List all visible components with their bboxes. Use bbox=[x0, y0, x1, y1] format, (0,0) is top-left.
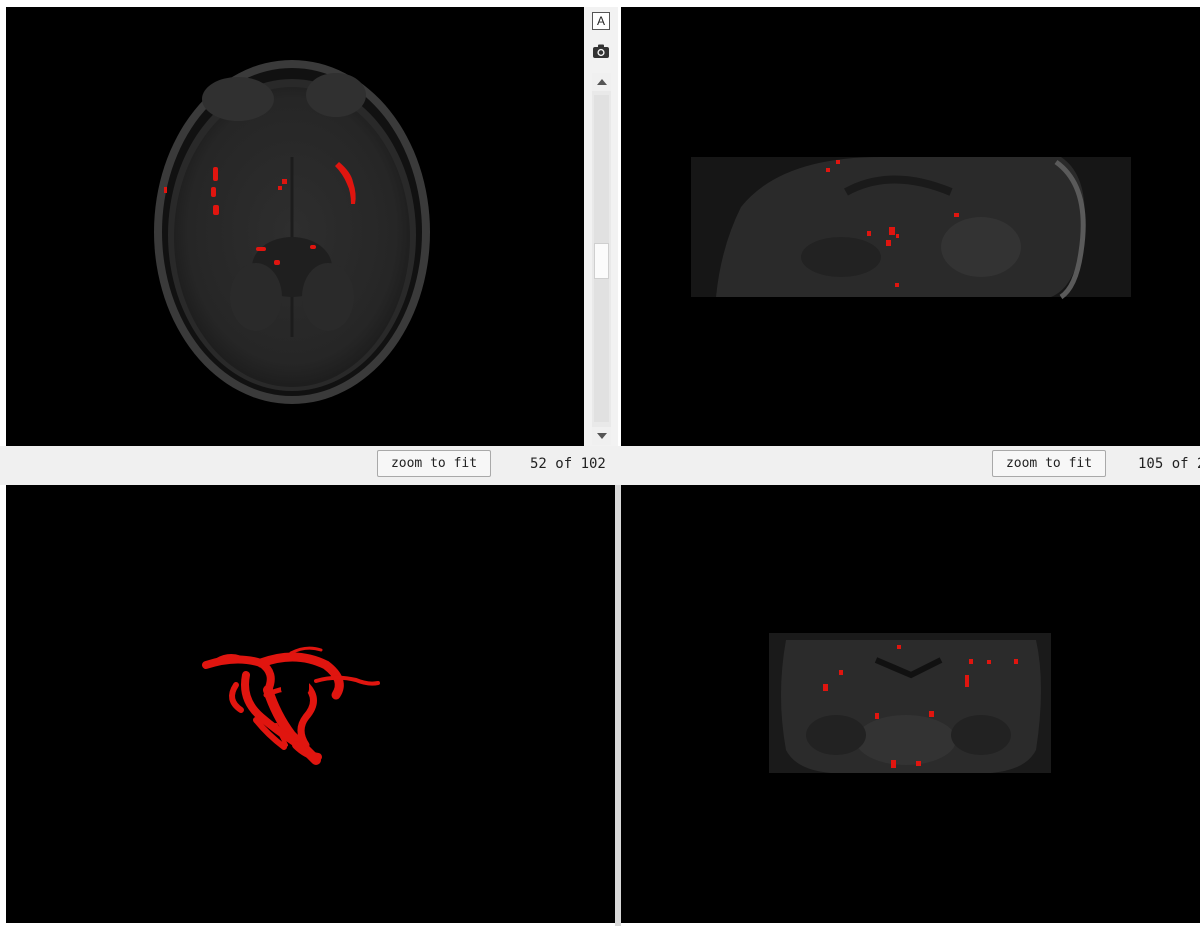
vessel-loop-gap bbox=[281, 677, 309, 695]
camera-icon[interactable] bbox=[592, 42, 610, 60]
sagittal-zoom-to-fit-button[interactable]: zoom to fit bbox=[992, 450, 1106, 477]
sagittal-slice-image bbox=[691, 157, 1131, 300]
scroll-down-arrow-icon[interactable] bbox=[592, 427, 611, 445]
sagittal-slice-counter: 105 of 2 bbox=[1138, 456, 1200, 472]
coronal-viewport[interactable] bbox=[621, 485, 1200, 923]
sagittal-viewport[interactable] bbox=[621, 7, 1200, 446]
vessel-3d-render bbox=[202, 646, 380, 765]
axial-zoom-to-fit-button[interactable]: zoom to fit bbox=[377, 450, 491, 477]
axial-slice-image bbox=[154, 60, 430, 404]
scroll-thumb[interactable] bbox=[594, 243, 609, 279]
scroll-track[interactable] bbox=[594, 95, 609, 422]
axial-viewport[interactable] bbox=[6, 7, 584, 446]
coronal-slice-image bbox=[769, 633, 1051, 773]
3d-render-viewport[interactable] bbox=[6, 485, 615, 923]
axial-slice-counter: 52 of 102 bbox=[530, 456, 606, 472]
axial-toolstrip: A bbox=[584, 7, 618, 446]
vessel-tree bbox=[202, 646, 380, 765]
viewport-divider-vertical bbox=[615, 485, 621, 926]
slice-scrollbar[interactable] bbox=[592, 73, 611, 445]
sagittal-statusbar: zoom to fit 105 of 2 bbox=[618, 446, 1200, 485]
axial-statusbar: zoom to fit 52 of 102 bbox=[0, 446, 618, 485]
text-annotation-icon[interactable]: A bbox=[592, 12, 610, 30]
scroll-up-arrow-icon[interactable] bbox=[592, 73, 611, 91]
